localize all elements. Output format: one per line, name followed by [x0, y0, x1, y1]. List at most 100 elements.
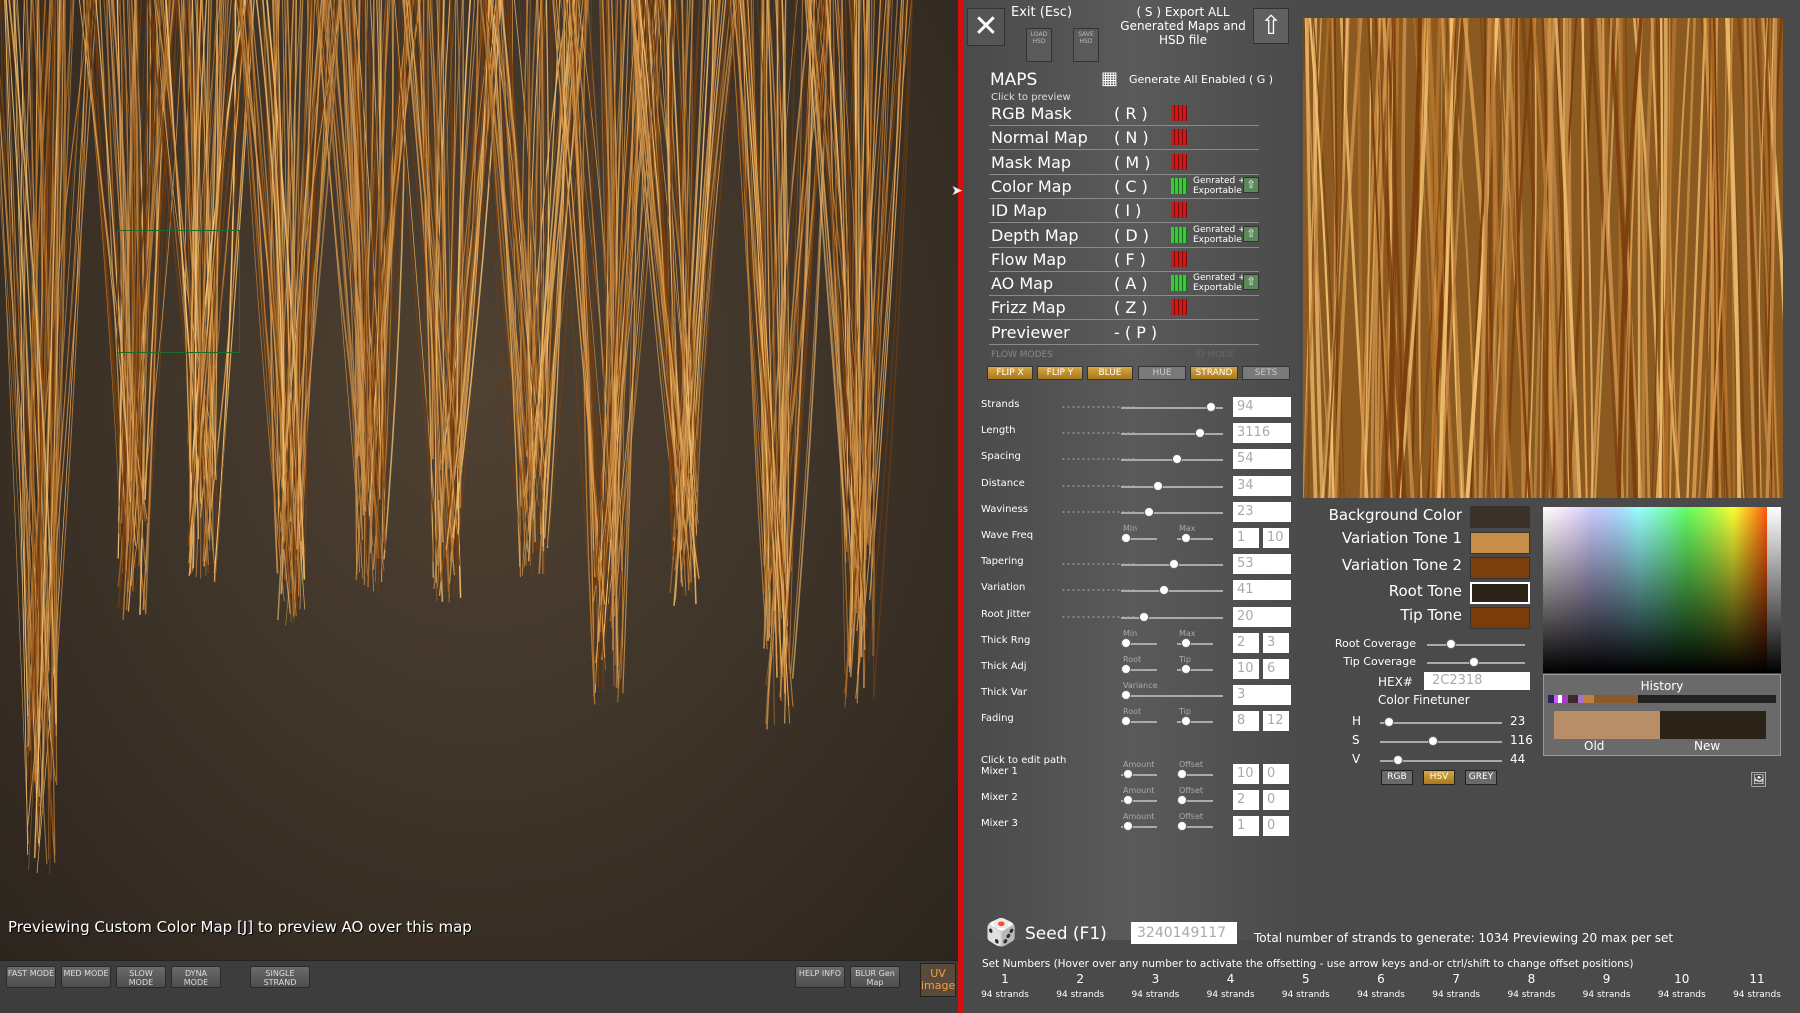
map-enable-toggle[interactable]	[1171, 177, 1187, 194]
map-row-ao-map[interactable]: AO Map( A ) Genrated + Exportable ⇧	[989, 272, 1259, 297]
map-enable-toggle[interactable]	[1171, 105, 1187, 121]
set-number-7[interactable]: 7	[1431, 972, 1481, 986]
set-number-4[interactable]: 4	[1206, 972, 1256, 986]
seed-input[interactable]: 3240149117	[1131, 922, 1237, 944]
amount-knob[interactable]	[1123, 821, 1133, 832]
h-knob[interactable]	[1384, 717, 1394, 727]
map-row-normal-map[interactable]: Normal Map ( N )	[989, 126, 1259, 151]
image-icon[interactable]: 🖼	[1750, 772, 1780, 790]
single-strand-button[interactable]: SINGLE STRAND	[250, 966, 310, 988]
map-enable-toggle[interactable]	[1171, 275, 1187, 292]
blur-gen-map-button[interactable]: BLUR Gen Map	[850, 966, 900, 988]
slider-track[interactable]	[1121, 511, 1223, 514]
slider-knob-min[interactable]	[1121, 664, 1131, 674]
map-row-frizz-map[interactable]: Frizz Map ( Z )	[989, 296, 1259, 321]
amount-input[interactable]: 10	[1233, 764, 1259, 784]
slider-track[interactable]	[1121, 590, 1223, 593]
slider-value2-input[interactable]: 6	[1263, 659, 1289, 679]
set-number-9[interactable]: 9	[1582, 972, 1632, 986]
h-track[interactable]	[1380, 722, 1502, 724]
slider-value-input[interactable]: 20	[1233, 606, 1291, 627]
slider-value-input[interactable]: 41	[1233, 580, 1291, 601]
root-tone-swatch[interactable]	[1470, 582, 1530, 604]
slider-value-input[interactable]: 23	[1233, 501, 1291, 522]
variation-tone-2-swatch[interactable]	[1470, 557, 1530, 579]
map-export-icon[interactable]: ⇧	[1243, 176, 1259, 193]
slider-track[interactable]	[1121, 616, 1223, 619]
map-row-depth-map[interactable]: Depth Map( D ) Genrated + Exportable ⇧	[989, 224, 1259, 248]
fast-mode-button[interactable]: FAST MODE	[6, 966, 56, 988]
slider-knob-max[interactable]	[1181, 637, 1191, 648]
hsv-mode-button[interactable]: HSV	[1423, 770, 1455, 785]
map-row-mask-map[interactable]: Mask Map ( M )	[989, 151, 1259, 175]
root-coverage-knob[interactable]	[1446, 639, 1456, 649]
slider-knob-max[interactable]	[1181, 533, 1191, 543]
exit-button[interactable]: ✕	[967, 8, 1005, 46]
slider-knob-min[interactable]	[1121, 716, 1131, 727]
slider-knob-max[interactable]	[1181, 664, 1191, 674]
history-strip[interactable]	[1548, 695, 1776, 703]
slider-value2-input[interactable]: 3	[1263, 632, 1289, 653]
s-track[interactable]	[1380, 741, 1502, 743]
blue-button[interactable]: BLUE	[1087, 366, 1133, 380]
generate-all-label[interactable]: Generate All Enabled ( G )	[1129, 73, 1273, 86]
v-knob[interactable]	[1393, 755, 1403, 765]
export-upload-icon[interactable]: ⇧	[1253, 8, 1289, 44]
set-number-10[interactable]: 10	[1657, 972, 1707, 986]
map-row-previewer[interactable]: Previewer - ( P )	[989, 321, 1259, 345]
slider-knob[interactable]	[1168, 559, 1179, 570]
map-row-flow-map[interactable]: Flow Map ( F )	[989, 248, 1259, 272]
flip-x-button[interactable]: FLIP X	[987, 366, 1033, 380]
amount-input[interactable]: 2	[1233, 790, 1259, 811]
uv-image-button[interactable]: UV image	[920, 963, 956, 997]
amount-input[interactable]: 1	[1233, 816, 1259, 837]
slider-value2-input[interactable]: 10	[1263, 528, 1289, 548]
slider-value-input[interactable]: 1	[1233, 528, 1259, 548]
offset-knob[interactable]	[1177, 769, 1187, 779]
slider-track[interactable]	[1121, 485, 1223, 488]
slider-knob-min[interactable]	[1121, 637, 1131, 648]
amount-knob[interactable]	[1123, 769, 1133, 779]
set-number-11[interactable]: 11	[1732, 972, 1782, 986]
grey-scale-bar[interactable]	[1767, 507, 1781, 673]
save-hsd-button[interactable]: SAVE HSD	[1073, 28, 1099, 62]
map-enable-toggle[interactable]	[1171, 226, 1187, 243]
set-number-2[interactable]: 2	[1055, 972, 1105, 986]
slider-track[interactable]	[1121, 433, 1223, 436]
slider-knob[interactable]	[1121, 690, 1131, 701]
slider-knob[interactable]	[1205, 402, 1216, 412]
slider-knob[interactable]	[1153, 480, 1164, 491]
hair-viewport[interactable]: Previewing Custom Color Map [J] to previ…	[0, 0, 958, 960]
slow-mode-button[interactable]: SLOW MODE	[116, 966, 166, 988]
s-knob[interactable]	[1428, 736, 1438, 746]
map-export-icon[interactable]: ⇧	[1243, 274, 1259, 291]
map-row-id-map[interactable]: ID Map ( I )	[989, 199, 1259, 224]
slider-value-input[interactable]: 94	[1233, 397, 1291, 417]
offset-input[interactable]: 0	[1263, 816, 1289, 837]
load-hsd-button[interactable]: LOAD HSD	[1026, 28, 1052, 62]
hex-input[interactable]: 2C2318	[1424, 672, 1530, 690]
offset-input[interactable]: 0	[1263, 790, 1289, 811]
rgb-mode-button[interactable]: RGB	[1381, 770, 1413, 785]
slider-value-input[interactable]: 8	[1233, 711, 1259, 732]
slider-value-input[interactable]: 10	[1233, 659, 1259, 679]
slider-knob[interactable]	[1144, 506, 1154, 517]
selection-box[interactable]	[117, 230, 240, 353]
slider-knob[interactable]	[1158, 585, 1169, 596]
set-number-5[interactable]: 5	[1281, 972, 1331, 986]
set-number-1[interactable]: 1	[980, 972, 1030, 986]
map-row-color-map[interactable]: Color Map( C ) Genrated + Exportable ⇧	[989, 175, 1259, 199]
color-map-preview[interactable]	[1303, 18, 1783, 498]
old-color-swatch[interactable]	[1554, 711, 1660, 739]
offset-knob[interactable]	[1177, 821, 1187, 832]
slider-value-input[interactable]: 34	[1233, 475, 1291, 496]
slider-knob[interactable]	[1139, 611, 1150, 622]
tip-coverage-knob[interactable]	[1469, 657, 1479, 667]
hue-button[interactable]: HUE	[1138, 366, 1186, 380]
dyna-mode-button[interactable]: DYNA MODE	[171, 966, 221, 988]
slider-value-input[interactable]: 2	[1233, 632, 1259, 653]
root-coverage-track[interactable]	[1427, 644, 1525, 646]
slider-value-input[interactable]: 3116	[1233, 423, 1291, 444]
variation-tone-1-swatch[interactable]	[1470, 532, 1530, 554]
map-enable-toggle[interactable]	[1171, 153, 1187, 170]
